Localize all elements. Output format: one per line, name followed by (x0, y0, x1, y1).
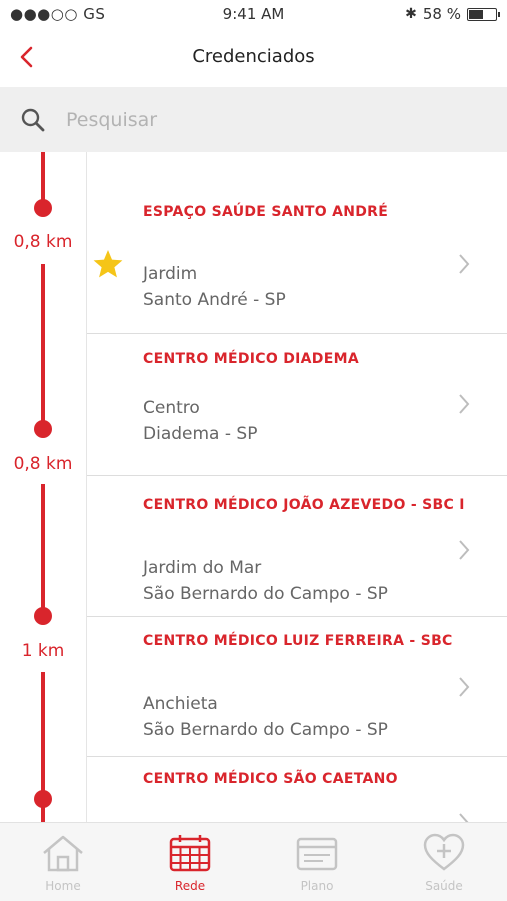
provider-name: CENTRO MÉDICO DIADEMA (143, 351, 359, 367)
tab-bar: Home Rede Plano Saúde (0, 822, 507, 901)
page-title: Credenciados (192, 46, 315, 67)
chevron-right-icon (459, 677, 470, 697)
navigation-bar: Credenciados (0, 28, 507, 86)
provider-list: ESPAÇO SAÚDE SANTO ANDRÉ Jardim Santo An… (87, 152, 507, 822)
list-item[interactable]: CENTRO MÉDICO DIADEMA Centro Diadema - S… (87, 333, 507, 476)
tab-home[interactable]: Home (0, 823, 126, 901)
chevron-right-icon (459, 394, 470, 414)
card-icon (296, 837, 338, 871)
tab-label: Plano (300, 879, 334, 893)
search-input[interactable] (64, 103, 488, 137)
status-right: ✱ 58 % (405, 5, 500, 23)
tab-rede[interactable]: Rede (127, 823, 253, 901)
tab-label: Home (45, 879, 81, 893)
calendar-grid-icon (169, 835, 211, 872)
timeline-dot (34, 607, 52, 625)
provider-name: ESPAÇO SAÚDE SANTO ANDRÉ (143, 204, 389, 220)
provider-name: CENTRO MÉDICO SÃO CAETANO (143, 771, 398, 787)
list-item[interactable]: CENTRO MÉDICO JOÃO AZEVEDO - SBC I Jardi… (87, 476, 507, 617)
favorite-star-icon[interactable] (91, 248, 125, 280)
timeline-line (41, 264, 45, 422)
provider-neighborhood: Jardim do Mar (143, 558, 262, 578)
list-item[interactable]: ESPAÇO SAÚDE SANTO ANDRÉ Jardim Santo An… (87, 152, 507, 334)
provider-city: Santo André - SP (143, 290, 286, 310)
timeline-line (41, 804, 45, 824)
provider-name: CENTRO MÉDICO LUIZ FERREIRA - SBC (143, 633, 453, 649)
battery-fill (469, 9, 483, 19)
provider-city: São Bernardo do Campo - SP (143, 584, 388, 604)
search-icon (21, 108, 45, 132)
chevron-right-icon (459, 813, 469, 822)
home-icon (43, 835, 83, 872)
provider-name: CENTRO MÉDICO JOÃO AZEVEDO - SBC I (143, 497, 465, 513)
battery-icon (467, 7, 500, 21)
battery-percent: 58 % (422, 5, 461, 23)
timeline-line (41, 484, 45, 609)
timeline-dot (34, 420, 52, 438)
timeline-line (41, 152, 45, 200)
tab-label: Saúde (425, 879, 463, 893)
list-item[interactable]: CENTRO MÉDICO SÃO CAETANO (87, 757, 507, 822)
distance-label: 0,8 km (13, 232, 73, 252)
list-item[interactable]: CENTRO MÉDICO LUIZ FERREIRA - SBC Anchie… (87, 617, 507, 757)
tab-plano[interactable]: Plano (254, 823, 380, 901)
status-bar: ●●●○○ GS 9:41 AM ✱ 58 % (0, 0, 507, 28)
tab-label: Rede (174, 879, 206, 893)
provider-neighborhood: Centro (143, 398, 200, 418)
timeline-line (41, 672, 45, 792)
chevron-right-icon (459, 540, 470, 560)
timeline-dot (34, 199, 52, 217)
bluetooth-icon: ✱ (405, 6, 417, 22)
provider-neighborhood: Anchieta (143, 694, 218, 714)
chevron-right-icon (459, 254, 470, 274)
distance-label: 0,8 km (13, 454, 73, 474)
tab-saude[interactable]: Saúde (381, 823, 507, 901)
provider-city: São Bernardo do Campo - SP (143, 720, 388, 740)
provider-city: Diadema - SP (143, 424, 258, 444)
distance-timeline: 0,8 km 0,8 km 1 km (0, 152, 86, 824)
heart-plus-icon (423, 833, 465, 871)
provider-neighborhood: Jardim (143, 264, 198, 284)
distance-label: 1 km (21, 641, 65, 661)
search-bar (0, 87, 507, 152)
